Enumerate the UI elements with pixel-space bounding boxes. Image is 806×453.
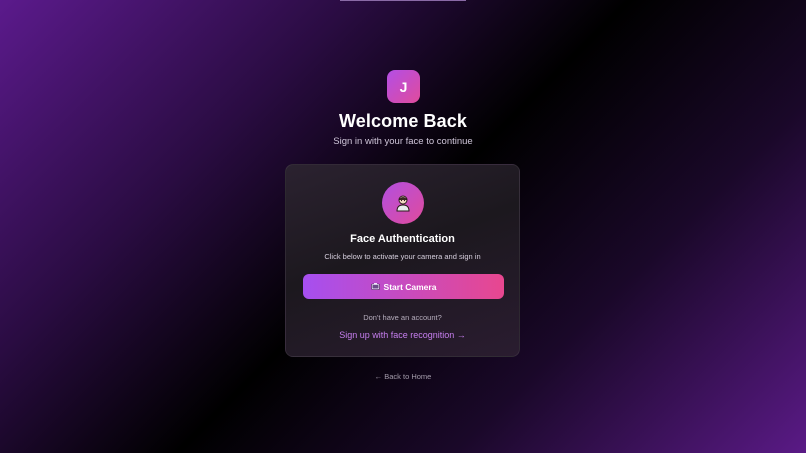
card-title: Face Authentication	[350, 233, 455, 245]
page-subtitle: Sign in with your face to continue	[333, 136, 473, 147]
top-divider	[340, 0, 466, 1]
face-auth-avatar	[382, 182, 424, 224]
start-camera-button[interactable]: Start Camera	[303, 274, 504, 299]
person-icon	[396, 195, 410, 212]
camera-icon	[370, 283, 380, 290]
signup-link[interactable]: Sign up with face recognition →	[286, 330, 519, 340]
back-to-home-link[interactable]: ← Back to Home	[0, 372, 806, 381]
app-logo: J	[387, 70, 420, 103]
start-camera-label: Start Camera	[383, 281, 437, 292]
logo-letter: J	[399, 78, 408, 95]
page-title: Welcome Back	[339, 111, 467, 131]
no-account-text: Don't have an account?	[363, 313, 442, 322]
card-description: Click below to activate your camera and …	[324, 252, 481, 261]
face-auth-card: Face Authentication Click below to activ…	[285, 164, 520, 357]
